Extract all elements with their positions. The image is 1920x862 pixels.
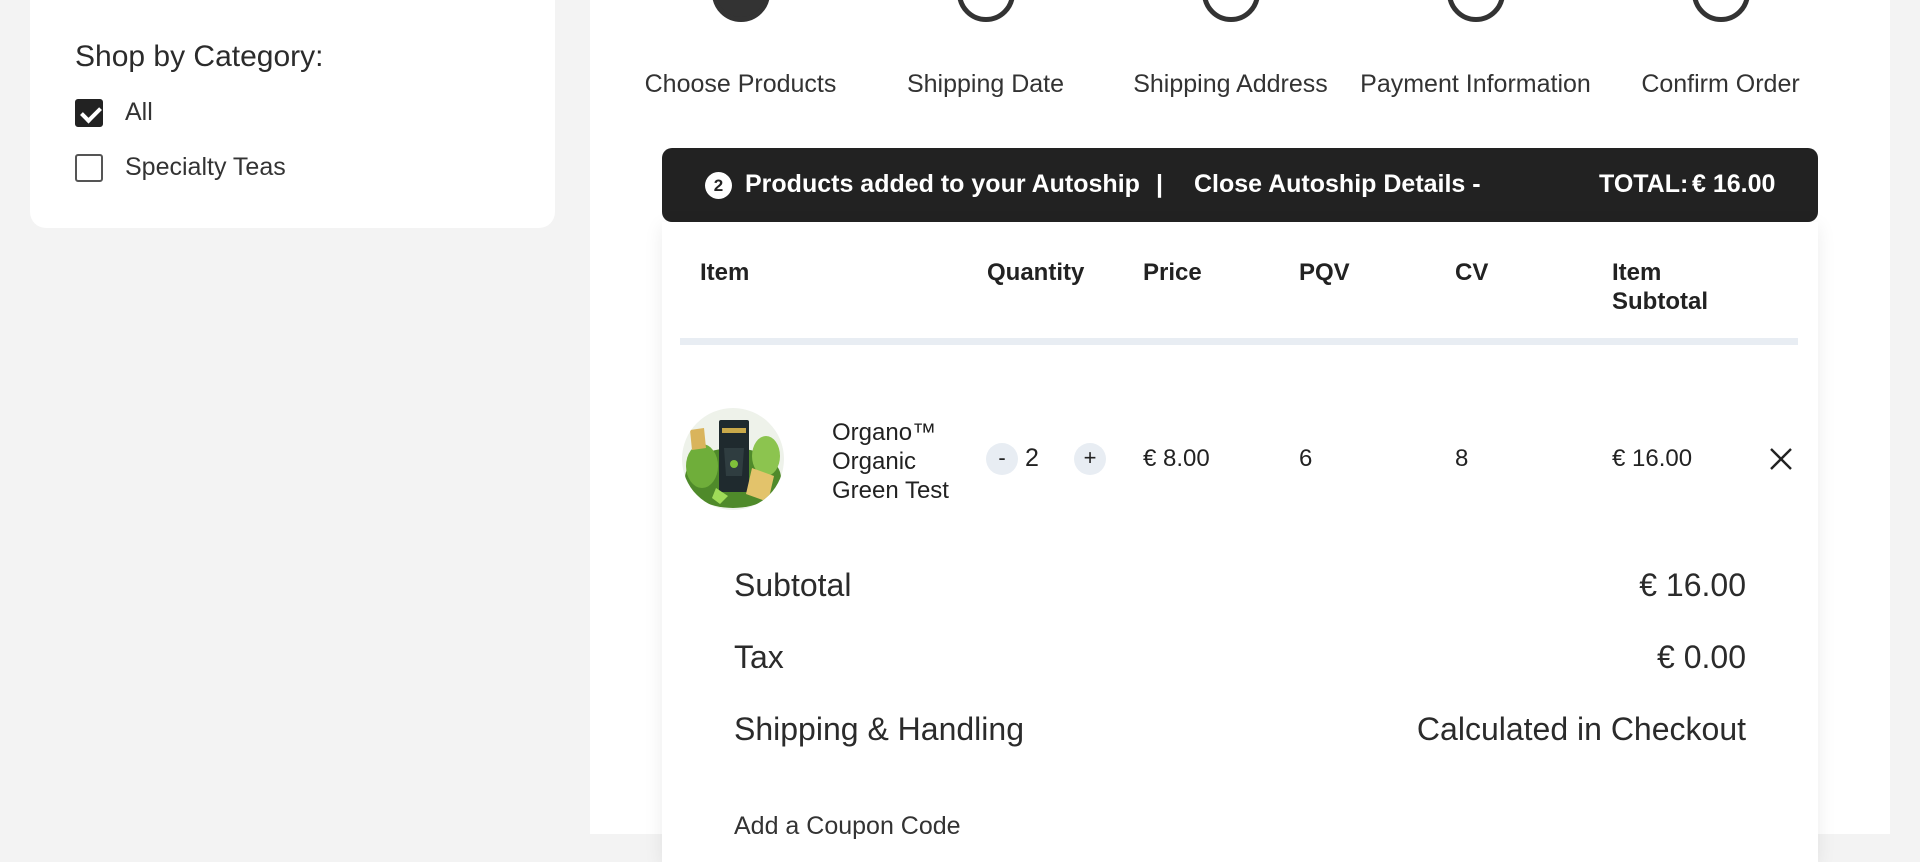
bar-separator: | [1156,170,1163,198]
category-label-specialty-teas: Specialty Teas [125,153,286,181]
decrease-quantity-button[interactable]: - [986,443,1018,475]
header-pqv: PQV [1299,259,1350,286]
header-price: Price [1143,259,1202,286]
product-name-line: Organic [832,448,917,475]
checkbox-all[interactable] [75,98,103,127]
step-circle-icon [1446,0,1505,22]
step-label: Choose Products [644,70,837,98]
quantity-value: 2 [1025,444,1039,472]
header-quantity: Quantity [987,259,1085,286]
product-name[interactable]: Organo™ Organic Green Test [832,418,949,505]
checkbox-specialty-teas[interactable] [75,153,103,182]
category-sidebar: Shop by Category: All Specialty Teas [30,0,555,228]
header-item: Item [700,259,750,286]
total-label: TOTAL: [1599,170,1689,198]
subtotal-value: € 16.00 [1639,567,1746,603]
category-all[interactable]: All [75,98,153,127]
close-autoship-details-button[interactable]: Close Autoship Details - [1194,170,1481,199]
autoship-products-text: Products added to your Autoship [745,170,1140,198]
product-name-line: Green Test [832,477,949,504]
total-value: € 16.00 [1692,170,1776,198]
item-cv: 8 [1455,445,1469,472]
item-price: € 8.00 [1143,445,1210,472]
category-label-all: All [125,98,153,126]
header-item-subtotal: Item Subtotal [1612,258,1708,316]
header-subtotal-line2: Subtotal [1612,288,1708,315]
tax-label: Tax [734,639,784,675]
subtotal-label: Subtotal [734,567,852,603]
header-cv: CV [1455,259,1489,286]
step-circle-icon [711,0,770,22]
remove-item-button[interactable] [1766,444,1796,474]
step-label: Shipping Address [1133,70,1328,98]
tax-value: € 0.00 [1657,639,1746,675]
close-icon [1770,448,1792,470]
increase-quantity-button[interactable]: + [1074,443,1106,475]
category-title: Shop by Category: [75,40,324,73]
product-image[interactable] [682,408,784,510]
step-label: Confirm Order [1641,70,1800,98]
product-name-line: Organo™ [832,419,937,446]
header-subtotal-line1: Item [1612,259,1662,286]
autoship-summary-bar: 2 Products added to your Autoship | Clos… [662,148,1818,222]
step-circle-icon [1691,0,1750,22]
product-count-badge: 2 [705,172,732,199]
autoship-cart: Item Quantity Price PQV CV Item Subtotal [662,222,1818,862]
step-label: Payment Information [1360,70,1591,98]
category-specialty-teas[interactable]: Specialty Teas [75,153,286,182]
add-coupon-code-link[interactable]: Add a Coupon Code [734,812,961,841]
step-circle-icon [1201,0,1260,22]
item-pqv: 6 [1299,445,1313,472]
step-circle-icon [956,0,1015,22]
shipping-value: Calculated in Checkout [1416,711,1746,747]
main-panel: Choose Products Shipping Date Shipping A… [590,0,1890,862]
shipping-label: Shipping & Handling [734,711,1024,747]
step-label: Shipping Date [906,70,1065,98]
header-divider [680,338,1798,345]
item-subtotal: € 16.00 [1612,445,1693,472]
